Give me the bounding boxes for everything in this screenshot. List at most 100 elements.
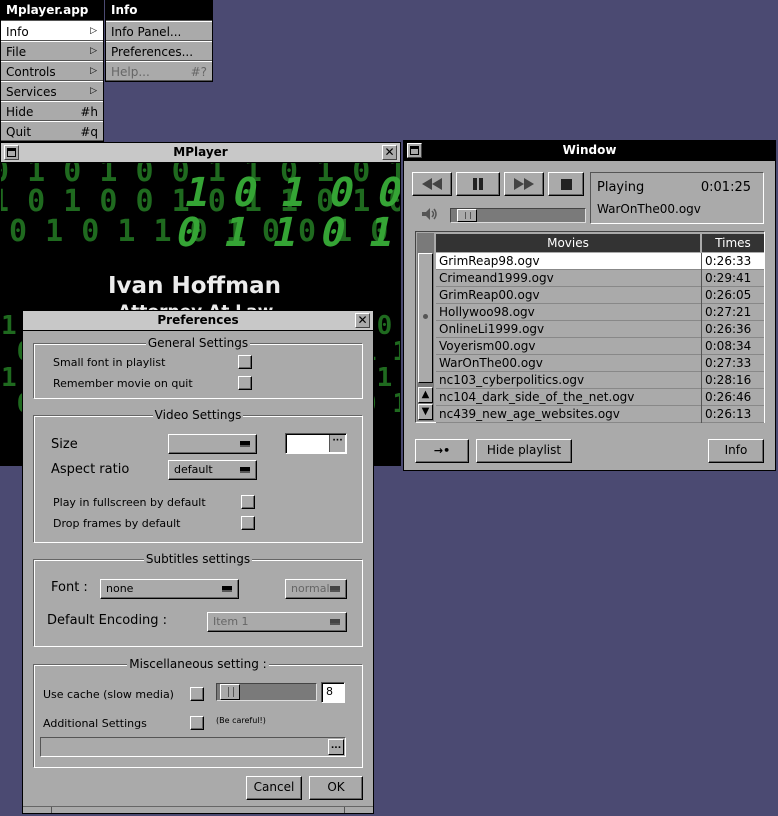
scroll-down-button[interactable]: ▼ (418, 404, 433, 420)
playlist-movie-name: OnlineLi1999.ogv (439, 322, 545, 336)
playlist-row[interactable]: nc103_cyberpolitics.ogv 0:28:16 (436, 372, 764, 389)
info-button[interactable]: Info (708, 439, 764, 463)
playlist-movie-name: nc103_cyberpolitics.ogv (439, 373, 585, 387)
scroll-up-button[interactable]: ▲ (418, 387, 433, 403)
mplayer-titlebar[interactable]: MPlayer ✕ (1, 143, 400, 163)
aspect-ratio-popup[interactable]: default (168, 460, 257, 480)
menu-item-preferences[interactable]: Preferences... (106, 41, 212, 61)
fast-forward-icon (514, 178, 534, 190)
additional-settings-ellipsis-button[interactable]: ... (328, 739, 344, 755)
volume-slider[interactable] (450, 208, 586, 223)
playlist-row[interactable]: Voyerism00.ogv 0:08:34 (436, 338, 764, 355)
playlist-row[interactable]: Crimeand1999.ogv 0:29:41 (436, 270, 764, 287)
info-submenu-title: Info (106, 1, 212, 21)
playlist-movie-name: GrimReap98.ogv (439, 254, 540, 268)
playback-status: Playing (597, 180, 645, 195)
fullscreen-checkbox[interactable] (241, 495, 255, 509)
menu-item-label: Help... (111, 65, 150, 79)
size-field-ellipsis-button[interactable]: ··· (329, 435, 345, 452)
preferences-titlebar[interactable]: Preferences ✕ (23, 311, 373, 331)
drop-frames-label: Drop frames by default (53, 517, 181, 530)
popup-arrow-icon (240, 467, 250, 473)
playlist-movie-time: 0:26:36 (701, 321, 764, 338)
fullscreen-label: Play in fullscreen by default (53, 496, 206, 509)
playlist-window: Window Playing 0:01:25 WarOnThe00.ogv ▲ … (403, 140, 776, 471)
menu-item-info[interactable]: Info ▷ (1, 21, 103, 41)
playlist-row[interactable]: Hollywoo98.ogv 0:27:21 (436, 304, 764, 321)
menu-item-label: Services (6, 85, 57, 99)
close-button[interactable]: ✕ (382, 145, 397, 160)
playlist-table: ▲ ▼ Movies Times GrimReap98.ogv 0:26:33 Cr… (415, 231, 765, 423)
menu-item-controls[interactable]: Controls ▷ (1, 61, 103, 81)
playlist-row[interactable]: OnlineLi1999.ogv 0:26:36 (436, 321, 764, 338)
playlist-movie-name: nc439_new_age_websites.ogv (439, 407, 620, 421)
rewind-button[interactable] (412, 172, 452, 196)
repeat-button[interactable]: →• (415, 439, 469, 463)
resize-bar[interactable] (23, 806, 373, 813)
cache-slider[interactable] (216, 683, 317, 701)
playlist-rows: GrimReap98.ogv 0:26:33 Crimeand1999.ogv 0:2… (436, 253, 764, 423)
cache-size-value: 8 (326, 685, 333, 698)
column-header-times[interactable]: Times (702, 234, 764, 252)
playlist-movie-time: 0:26:33 (701, 253, 764, 270)
scrollbar-knob[interactable] (418, 253, 433, 383)
playback-time: 0:01:25 (700, 180, 751, 195)
ok-button[interactable]: OK (309, 776, 363, 800)
use-cache-checkbox[interactable] (190, 687, 204, 701)
subtitles-settings-group: Subtitles settings Font : none normal De… (33, 552, 363, 647)
popup-arrow-icon (330, 586, 340, 592)
stop-button[interactable] (548, 172, 584, 196)
cache-slider-knob[interactable] (220, 684, 240, 700)
volume-slider-knob[interactable] (457, 209, 477, 222)
menu-item-hide[interactable]: Hide #h (1, 101, 103, 121)
miniaturize-button[interactable] (407, 143, 422, 158)
cancel-button[interactable]: Cancel (246, 776, 302, 800)
miniaturize-icon (7, 148, 16, 157)
submenu-arrow-icon: ▷ (90, 66, 97, 76)
pause-button[interactable] (456, 172, 500, 196)
column-header-movies[interactable]: Movies (436, 234, 700, 252)
size-text-field[interactable]: ··· (285, 433, 347, 454)
close-button[interactable]: ✕ (355, 313, 370, 328)
submenu-arrow-icon: ▷ (90, 86, 97, 96)
playlist-row[interactable]: nc104_dark_side_of_the_net.ogv 0:26:46 (436, 389, 764, 406)
small-font-checkbox[interactable] (238, 355, 252, 369)
speaker-icon (422, 208, 437, 220)
playlist-movie-time: 0:27:33 (701, 355, 764, 372)
fast-forward-button[interactable] (504, 172, 544, 196)
menu-item-services[interactable]: Services ▷ (1, 81, 103, 101)
drop-frames-checkbox[interactable] (241, 516, 255, 530)
subtitle-font-popup[interactable]: none (100, 579, 239, 599)
resize-handle-right[interactable] (344, 807, 345, 813)
menu-item-info-panel[interactable]: Info Panel... (106, 21, 212, 41)
playlist-row[interactable]: GrimReap00.ogv 0:26:05 (436, 287, 764, 304)
preferences-panel: Preferences ✕ General Settings Small fon… (22, 310, 374, 814)
playlist-row[interactable]: WarOnThe00.ogv 0:27:33 (436, 355, 764, 372)
miniaturize-button[interactable] (4, 145, 19, 160)
playlist-titlebar[interactable]: Window (404, 141, 775, 161)
popup-value: none (106, 582, 134, 595)
hide-playlist-button[interactable]: Hide playlist (476, 439, 572, 463)
size-popup[interactable] (168, 434, 257, 454)
menu-item-file[interactable]: File ▷ (1, 41, 103, 61)
cache-size-field[interactable]: 8 (321, 682, 345, 703)
additional-settings-field[interactable]: ... (40, 737, 346, 757)
remember-movie-checkbox[interactable] (238, 376, 252, 390)
additional-settings-checkbox[interactable] (190, 716, 204, 730)
playlist-movie-name: Hollywoo98.ogv (439, 305, 535, 319)
menu-shortcut: #h (80, 105, 98, 119)
popup-arrow-icon (222, 586, 232, 592)
playlist-scrollbar[interactable]: ▲ ▼ (417, 233, 434, 421)
app-menu-title: Mplayer.app (1, 1, 103, 21)
ellipsis-icon: ... (330, 741, 342, 751)
menu-item-quit[interactable]: Quit #q (1, 121, 103, 141)
aspect-ratio-label: Aspect ratio (51, 462, 130, 477)
menu-item-label: Quit (6, 125, 32, 139)
resize-handle-left[interactable] (51, 807, 52, 813)
rewind-icon (422, 178, 442, 190)
playlist-row[interactable]: nc439_new_age_websites.ogv 0:26:13 (436, 406, 764, 423)
popup-arrow-icon (330, 619, 340, 625)
menu-item-label: Info Panel... (111, 25, 182, 39)
default-encoding-label: Default Encoding : (47, 613, 168, 628)
playlist-row[interactable]: GrimReap98.ogv 0:26:33 (436, 253, 764, 270)
